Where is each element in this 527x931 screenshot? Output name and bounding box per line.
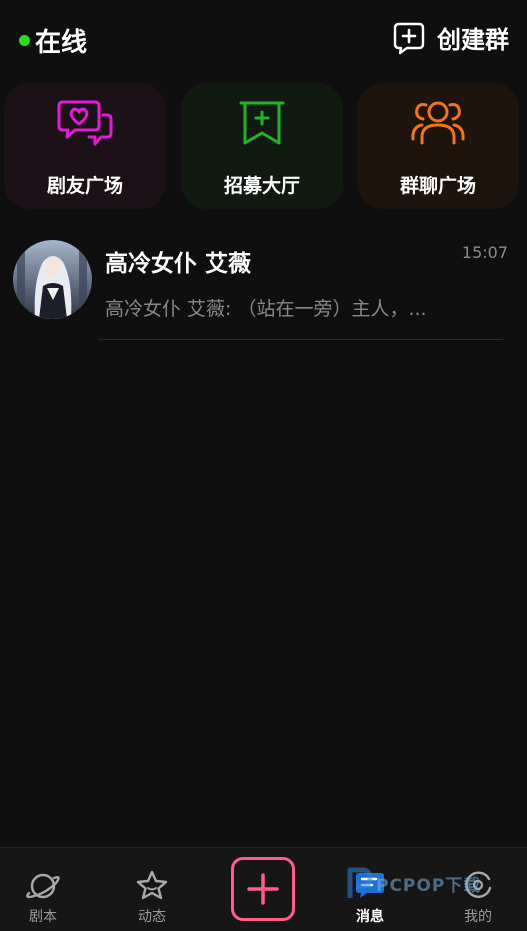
plus-icon: [247, 873, 279, 905]
maid-avatar: [13, 240, 92, 319]
chat-preview: 高冷女仆 艾薇: （站在一旁）主人，...: [105, 298, 427, 320]
pcpop-logo-icon: [347, 867, 372, 898]
tab-label: 消息: [356, 909, 384, 925]
users-group-icon: [411, 101, 465, 145]
chat-list-item[interactable]: 高冷女仆 艾薇 15:07 高冷女仆 艾薇: （站在一旁）主人，...: [0, 230, 527, 340]
create-group-label: 创建群: [437, 26, 509, 54]
bookmark-plus-icon: [239, 101, 285, 145]
plus-square-icon: [393, 22, 425, 54]
watermark: PCPOP下载: [346, 866, 481, 900]
planet-icon: [26, 873, 60, 899]
divider: [98, 339, 503, 340]
card-label: 群聊广场: [399, 175, 476, 197]
chat-time: 15:07: [461, 243, 508, 262]
chat-name: 高冷女仆 艾薇: [105, 251, 252, 277]
tab-label: 剧本: [29, 909, 57, 925]
add-button[interactable]: [231, 857, 295, 921]
card-group-square[interactable]: 群聊广场: [357, 83, 519, 209]
tab-label: 我的: [464, 909, 492, 925]
card-drama-friends[interactable]: 剧友广场: [4, 83, 166, 209]
card-label: 剧友广场: [46, 175, 123, 197]
card-label: 招募大厅: [223, 175, 300, 197]
create-group-button[interactable]: 创建群: [393, 20, 509, 55]
online-status-text: 在线: [35, 28, 88, 58]
tab-label: 动态: [138, 909, 166, 925]
online-status: 在线: [19, 22, 87, 59]
tab-script[interactable]: 剧本: [0, 848, 93, 931]
heart-chat-icon: [57, 100, 113, 146]
online-dot-icon: [19, 35, 30, 46]
tab-feed[interactable]: 动态: [102, 848, 202, 931]
card-recruit-hall[interactable]: 招募大厅: [181, 83, 343, 209]
star-icon: [136, 870, 168, 900]
top-header: 在线 创建群: [0, 0, 527, 76]
watermark-text: PCPOP下载: [376, 875, 482, 896]
feature-cards: 剧友广场 招募大厅 群聊广场: [4, 83, 523, 209]
